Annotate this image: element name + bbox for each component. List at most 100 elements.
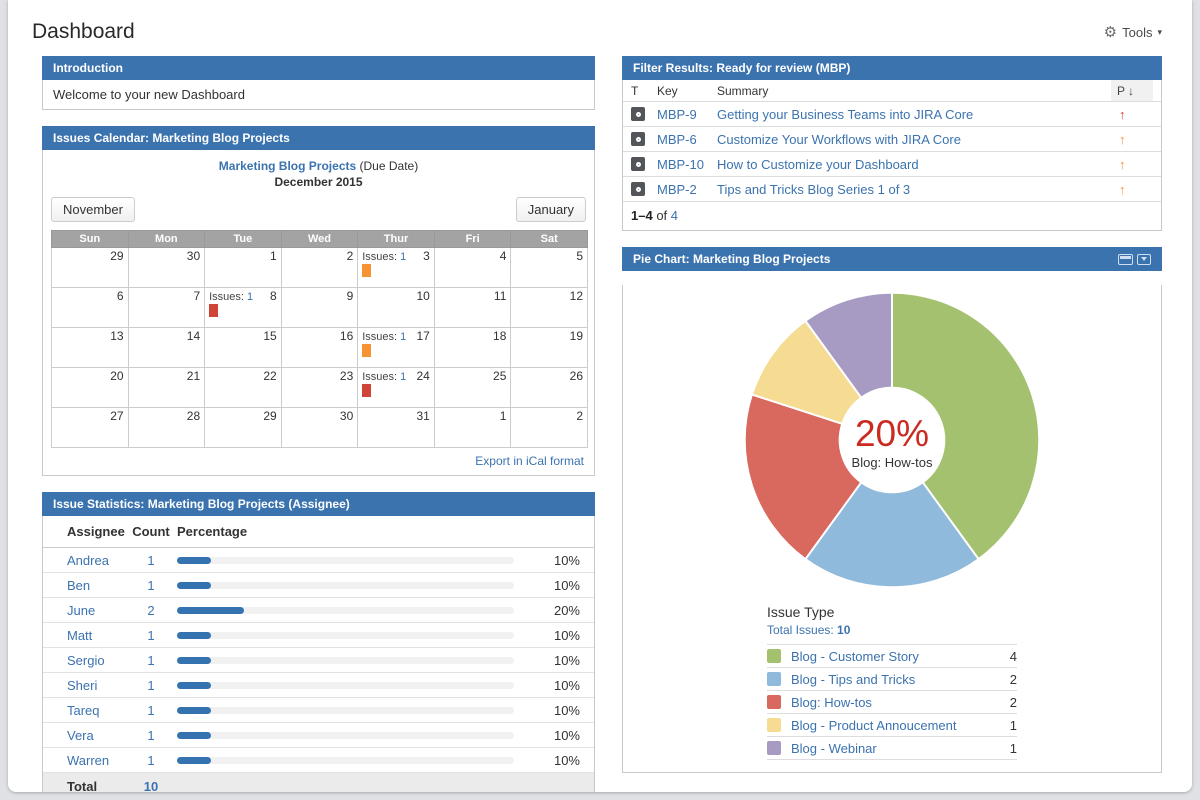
issue-marker[interactable]: [362, 384, 371, 397]
calendar-nav: November January: [43, 190, 594, 228]
issue-marker[interactable]: [209, 304, 218, 317]
calendar-issues-link[interactable]: 1: [400, 371, 406, 383]
filter-col-priority-sorted[interactable]: P ↓: [1111, 80, 1153, 101]
chevron-down-icon: ▾: [1157, 27, 1162, 38]
introduction-panel-title: Introduction: [53, 61, 123, 75]
percentage-bar-track: [177, 707, 514, 714]
donut-chart: 20% Blog: How-tos: [737, 285, 1047, 600]
filter-results-panel: Filter Results: Ready for review (MBP) T…: [622, 56, 1162, 231]
calendar-day-number: 25: [493, 369, 506, 383]
count-link[interactable]: 1: [125, 678, 177, 693]
legend-label-link[interactable]: Blog - Webinar: [791, 741, 1010, 756]
calendar-day-cell: 11: [434, 288, 511, 328]
introduction-panel-body: Welcome to your new Dashboard: [42, 80, 595, 110]
issues-calendar-panel: Issues Calendar: Marketing Blog Projects…: [42, 126, 595, 476]
percentage-value: 10%: [532, 578, 580, 593]
calendar-cell-top: 31: [362, 409, 430, 423]
filter-result-row: MBP-9Getting your Business Teams into JI…: [623, 101, 1161, 126]
count-link[interactable]: 1: [125, 653, 177, 668]
percentage-bar-fill: [177, 707, 211, 714]
calendar-cell-top: 29: [209, 409, 277, 423]
calendar-day-number: 1: [270, 249, 277, 263]
issue-summary-link[interactable]: Customize Your Workflows with JIRA Core: [717, 132, 1111, 147]
calendar-day-cell: 21: [128, 368, 205, 408]
calendar-day-cell: 31: [358, 408, 435, 448]
legend-count: 1: [1010, 718, 1017, 733]
minimize-icon[interactable]: [1118, 254, 1133, 265]
calendar-cell-top: 5: [515, 249, 583, 263]
issues-calendar-panel-header: Issues Calendar: Marketing Blog Projects: [42, 126, 595, 150]
filter-col-summary[interactable]: Summary: [717, 84, 1111, 98]
assignee-link[interactable]: Tareq: [67, 703, 125, 718]
count-link[interactable]: 1: [125, 553, 177, 568]
introduction-panel: Introduction Welcome to your new Dashboa…: [42, 56, 595, 110]
next-month-button[interactable]: January: [516, 197, 586, 222]
issue-statistics-panel: Issue Statistics: Marketing Blog Project…: [42, 492, 595, 792]
stats-total-row: Total 10: [43, 773, 594, 792]
panel-menu-icon[interactable]: [1137, 254, 1151, 265]
issue-summary-link[interactable]: Tips and Tricks Blog Series 1 of 3: [717, 182, 1111, 197]
calendar-day-cell: 12: [511, 288, 588, 328]
calendar-cell-top: 22: [209, 369, 277, 383]
percentage-bar-track: [177, 682, 514, 689]
count-link[interactable]: 1: [125, 628, 177, 643]
assignee-link[interactable]: Andrea: [67, 553, 125, 568]
stats-col-assignee: Assignee: [67, 524, 125, 539]
assignee-link[interactable]: Warren: [67, 753, 125, 768]
filter-col-type[interactable]: T: [631, 84, 657, 98]
prev-month-button[interactable]: November: [51, 197, 135, 222]
assignee-link[interactable]: Sergio: [67, 653, 125, 668]
issue-summary-link[interactable]: Getting your Business Teams into JIRA Co…: [717, 107, 1111, 122]
issue-summary-link[interactable]: How to Customize your Dashboard: [717, 157, 1111, 172]
legend-label-link[interactable]: Blog - Product Annoucement: [791, 718, 1010, 733]
calendar-day-header: Wed: [281, 231, 358, 248]
calendar-cell-top: 4: [439, 249, 507, 263]
calendar-issues-link[interactable]: 1: [400, 331, 406, 343]
filter-col-key[interactable]: Key: [657, 84, 717, 98]
assignee-link[interactable]: Vera: [67, 728, 125, 743]
count-link[interactable]: 2: [125, 603, 177, 618]
calendar-day-cell: 13: [52, 328, 129, 368]
calendar-day-cell: 20: [52, 368, 129, 408]
priority-up-icon: ↑: [1111, 157, 1153, 172]
calendar-day-number: 5: [576, 249, 583, 263]
legend-label-link[interactable]: Blog: How-tos: [791, 695, 1010, 710]
pie-chart-panel-title: Pie Chart: Marketing Blog Projects: [633, 252, 830, 266]
gear-icon: ⚙: [1104, 23, 1117, 41]
legend-label-link[interactable]: Blog - Customer Story: [791, 649, 1010, 664]
pie-chart-panel-header: Pie Chart: Marketing Blog Projects: [622, 247, 1162, 271]
calendar-day-number: 29: [263, 409, 276, 423]
top-bar: Dashboard ⚙ Tools ▾: [8, 0, 1192, 56]
calendar-cell-top: 28: [133, 409, 201, 423]
filter-result-row: MBP-2Tips and Tricks Blog Series 1 of 3↑: [623, 176, 1161, 201]
calendar-issues-link[interactable]: 1: [247, 291, 253, 303]
calendar-issues-link[interactable]: 1: [400, 251, 406, 263]
count-link[interactable]: 1: [125, 703, 177, 718]
issue-key-link[interactable]: MBP-10: [657, 157, 717, 172]
pie-chart-panel: Pie Chart: Marketing Blog Projects 20% B…: [622, 247, 1162, 773]
legend-total-value: 10: [837, 623, 850, 637]
issue-marker[interactable]: [362, 264, 371, 277]
introduction-panel-header: Introduction: [42, 56, 595, 80]
count-link[interactable]: 1: [125, 753, 177, 768]
calendar-project-link[interactable]: Marketing Blog Projects: [219, 159, 356, 173]
export-ical-link[interactable]: Export in iCal format: [475, 454, 584, 468]
issue-key-link[interactable]: MBP-9: [657, 107, 717, 122]
calendar-day-cell: 25: [434, 368, 511, 408]
count-link[interactable]: 1: [125, 728, 177, 743]
percentage-bar-fill: [177, 657, 211, 664]
issue-marker[interactable]: [362, 344, 371, 357]
tools-menu-button[interactable]: ⚙ Tools ▾: [1104, 23, 1162, 41]
calendar-day-number: 9: [347, 289, 354, 303]
assignee-link[interactable]: Sheri: [67, 678, 125, 693]
issue-key-link[interactable]: MBP-2: [657, 182, 717, 197]
assignee-link[interactable]: June: [67, 603, 125, 618]
count-link[interactable]: 1: [125, 578, 177, 593]
pagination-total-link[interactable]: 4: [671, 208, 678, 223]
percentage-bar-track: [177, 582, 514, 589]
assignee-link[interactable]: Ben: [67, 578, 125, 593]
issue-statistics-panel-header: Issue Statistics: Marketing Blog Project…: [42, 492, 595, 516]
assignee-link[interactable]: Matt: [67, 628, 125, 643]
legend-label-link[interactable]: Blog - Tips and Tricks: [791, 672, 1010, 687]
issue-key-link[interactable]: MBP-6: [657, 132, 717, 147]
